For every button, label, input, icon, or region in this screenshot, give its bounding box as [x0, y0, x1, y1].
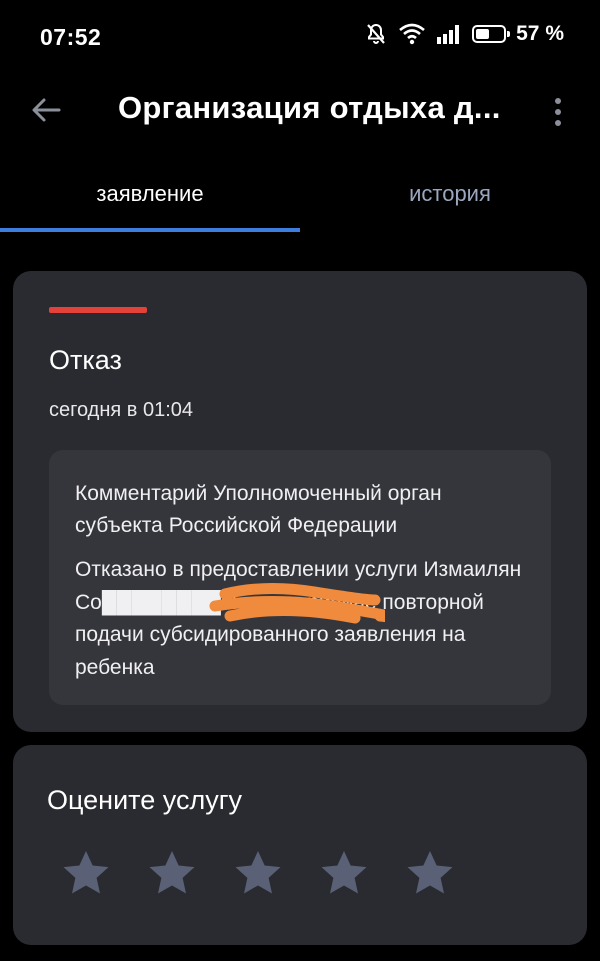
redaction-scribble [209, 582, 385, 624]
more-menu-button[interactable] [538, 92, 578, 132]
rating-title: Оцените услугу [47, 785, 243, 815]
status-title: Отказ [49, 345, 122, 375]
star-icon[interactable] [403, 847, 457, 901]
comment-title: Комментарий Уполномоченный орган субъект… [75, 482, 442, 537]
app-bar: Организация отдыха д... [0, 72, 600, 148]
bell-muted-icon [367, 23, 385, 44]
arrow-left-icon [32, 98, 61, 122]
back-button[interactable] [26, 90, 66, 130]
star-icon[interactable] [231, 847, 285, 901]
page-title: Организация отдыха д... [118, 90, 501, 125]
rating-card: Оцените услугу [13, 745, 587, 945]
status-date: сегодня в 01:04 [49, 399, 193, 421]
comment-box: Комментарий Уполномоченный орган субъект… [49, 450, 551, 705]
more-vertical-icon [555, 98, 561, 104]
star-icon[interactable] [317, 847, 371, 901]
battery-percent: 57 % [516, 22, 564, 45]
tab-history[interactable]: история [300, 160, 600, 232]
battery-icon [472, 25, 511, 43]
status-bar: 07:52 57 % [0, 0, 600, 72]
star-rating [59, 847, 457, 901]
star-icon[interactable] [145, 847, 199, 901]
star-icon[interactable] [59, 847, 113, 901]
status-time: 07:52 [40, 24, 102, 50]
status-icons: 57 % [364, 22, 564, 46]
signal-icon [437, 25, 460, 44]
tab-bar: заявление история [0, 160, 600, 232]
status-card: Отказ сегодня в 01:04 Комментарий Уполно… [13, 271, 587, 732]
wifi-icon [399, 23, 425, 45]
tab-application[interactable]: заявление [0, 160, 300, 232]
status-accent-line [49, 307, 147, 313]
tab-indicator [0, 228, 300, 232]
